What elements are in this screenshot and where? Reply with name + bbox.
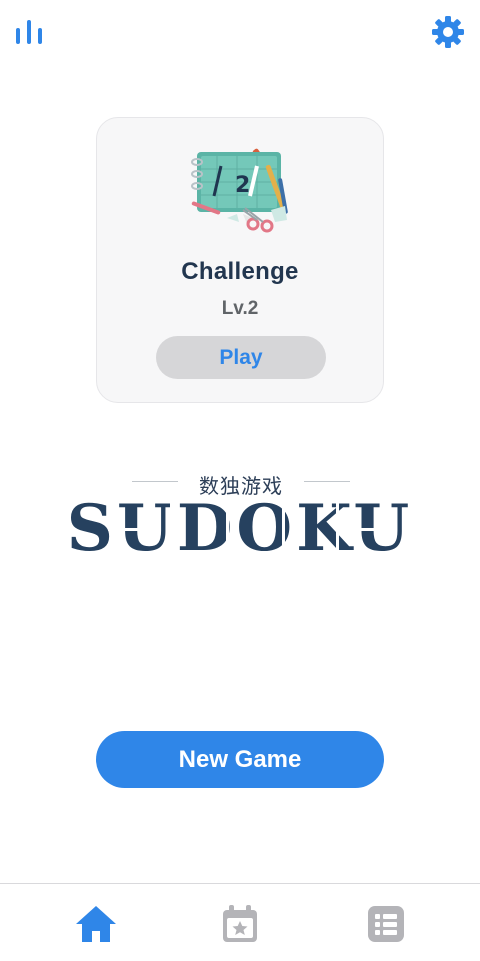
sudoku-logo: SUDOKU <box>66 491 414 566</box>
home-icon <box>76 906 116 942</box>
settings-button[interactable] <box>430 14 466 50</box>
divider-left <box>132 481 178 482</box>
bar-chart-icon <box>16 20 42 44</box>
svg-text:2: 2 <box>235 173 250 198</box>
tab-statistics[interactable] <box>364 902 408 946</box>
challenge-title: Challenge <box>181 258 299 285</box>
play-button[interactable]: Play <box>156 336 326 379</box>
calendar-star-icon <box>223 905 257 942</box>
stats-button[interactable] <box>12 14 48 50</box>
challenge-illustration: 2 <box>191 148 288 233</box>
divider-right <box>304 481 350 482</box>
new-game-button[interactable]: New Game <box>96 731 384 788</box>
challenge-level: Lv.2 <box>221 298 259 319</box>
challenge-card[interactable]: 2 Challenge Lv.2 Play <box>96 117 384 403</box>
bottom-tab-bar <box>0 883 480 961</box>
list-icon <box>368 906 404 942</box>
gear-icon <box>432 16 464 48</box>
tab-daily-challenge[interactable] <box>218 902 262 946</box>
tab-home[interactable] <box>74 902 118 946</box>
